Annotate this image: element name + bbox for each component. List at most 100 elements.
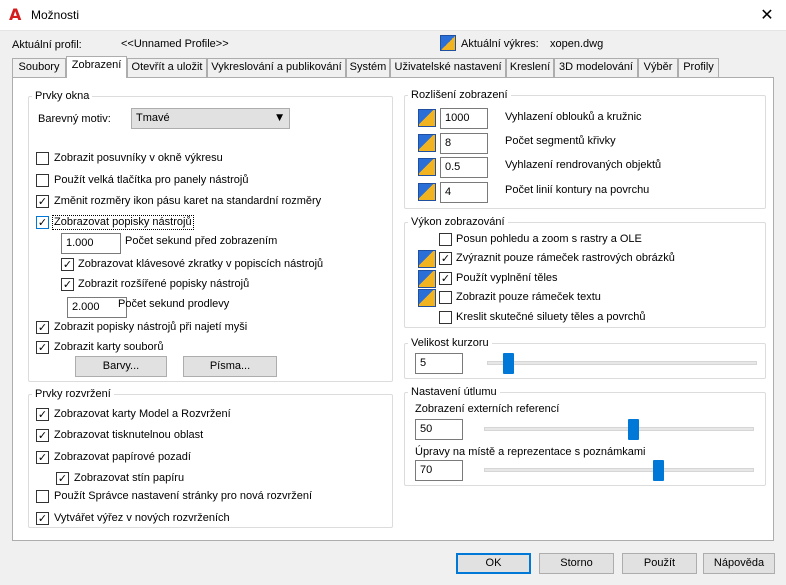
text-frame-label: Zobrazit pouze rámeček textu (456, 291, 601, 303)
polyline-segments-input[interactable]: 8 (440, 133, 488, 154)
extended-delay-label: Počet sekund prodlevy (118, 298, 230, 310)
chevron-down-icon: ▼ (276, 113, 283, 123)
cancel-button[interactable]: Storno (539, 553, 614, 574)
pan-zoom-label: Posun pohledu a zoom s rastry a OLE (456, 233, 642, 245)
xref-fade-slider-track[interactable] (484, 427, 754, 431)
fonts-button[interactable]: Písma... (183, 356, 277, 377)
silhouettes-label: Kreslit skutečné siluety těles a povrchů (456, 311, 646, 323)
page-setup-checkbox[interactable] (36, 490, 49, 503)
tab-vykreslovani[interactable]: Vykreslování a publikování (207, 58, 346, 77)
help-button[interactable]: Nápověda (703, 553, 775, 574)
paper-shadow-label: Zobrazovat stín papíru (74, 472, 185, 484)
paper-bg-label: Zobrazovat papírové pozadí (54, 451, 191, 463)
contour-lines-icon (418, 183, 436, 201)
tab-kresleni[interactable]: Kreslení (506, 58, 554, 77)
rendered-smoothness-icon (418, 158, 436, 176)
resize-ribbon-checkbox[interactable]: ✓ (36, 195, 49, 208)
contour-lines-label: Počet linií kontury na povrchu (505, 184, 650, 196)
rollover-label: Zobrazit popisky nástrojů při najetí myš… (54, 321, 248, 333)
tab-system[interactable]: Systém (346, 58, 390, 77)
silhouettes-checkbox[interactable] (439, 311, 452, 324)
tooltips-label: Zobrazovat popisky nástrojů (52, 215, 194, 230)
highlight-raster-label: Zvýraznit pouze rámeček rastrových obráz… (456, 252, 675, 264)
title-bar (0, 0, 786, 31)
colors-button[interactable]: Barvy... (75, 356, 167, 377)
scrollbars-checkbox[interactable] (36, 152, 49, 165)
large-buttons-label: Použít velká tlačítka pro panely nástroj… (54, 174, 249, 186)
extended-tooltips-checkbox[interactable]: ✓ (61, 278, 74, 291)
text-frame-checkbox[interactable] (439, 291, 452, 304)
text-frame-icon (418, 289, 436, 307)
shortcut-keys-checkbox[interactable]: ✓ (61, 258, 74, 271)
crosshair-input[interactable]: 5 (415, 353, 463, 374)
model-tabs-label: Zobrazovat karty Model a Rozvržení (54, 408, 231, 420)
paper-shadow-checkbox[interactable]: ✓ (56, 472, 69, 485)
window-title: Možnosti (31, 8, 80, 22)
large-buttons-checkbox[interactable] (36, 174, 49, 187)
xref-fade-label: Zobrazení externích referencí (415, 403, 560, 415)
inplace-fade-label: Úpravy na místě a reprezentace s poznámk… (415, 446, 646, 458)
profile-label: Aktuální profil: (12, 39, 82, 51)
layout-elements-title: Prvky rozvržení (32, 388, 114, 401)
polyline-segments-icon (418, 134, 436, 152)
file-tabs-label: Zobrazit karty souborů (54, 341, 164, 353)
color-theme-label: Barevný motiv: (38, 113, 111, 125)
rendered-smoothness-input[interactable]: 0.5 (440, 157, 488, 178)
polyline-segments-label: Počet segmentů křivky (505, 135, 616, 147)
extended-tooltips-label: Zobrazit rozšířené popisky nástrojů (78, 278, 250, 290)
drawing-value: xopen.dwg (550, 38, 604, 50)
tooltip-delay-label: Počet sekund před zobrazením (125, 235, 278, 247)
pan-zoom-checkbox[interactable] (439, 233, 452, 246)
profile-value: <<Unnamed Profile>> (121, 38, 229, 50)
xref-fade-input[interactable]: 50 (415, 419, 463, 440)
xref-fade-slider-thumb[interactable] (627, 419, 639, 440)
model-tabs-checkbox[interactable]: ✓ (36, 408, 49, 421)
close-icon[interactable]: ✕ (752, 4, 782, 26)
apply-button[interactable]: Použít (622, 553, 697, 574)
tab-vyber[interactable]: Výběr (638, 58, 678, 77)
drawing-file-icon (440, 35, 456, 51)
file-tabs-checkbox[interactable]: ✓ (36, 341, 49, 354)
highlight-raster-icon (418, 250, 436, 268)
highlight-raster-checkbox[interactable]: ✓ (439, 252, 452, 265)
tooltip-delay-input[interactable]: 1.000 (61, 233, 121, 254)
window-elements-title: Prvky okna (32, 90, 93, 103)
scrollbars-label: Zobrazit posuvníky v okně výkresu (54, 152, 223, 164)
crosshair-title: Velikost kurzoru (408, 337, 492, 350)
tooltips-checkbox[interactable]: ✓ (36, 216, 49, 229)
ok-button[interactable]: OK (456, 553, 531, 574)
resize-ribbon-label: Změnit rozměry ikon pásu karet na standa… (54, 195, 322, 207)
printable-area-checkbox[interactable]: ✓ (36, 429, 49, 442)
tab-zobrazeni[interactable]: Zobrazení (66, 56, 127, 78)
tab-3d-modelovani[interactable]: 3D modelování (554, 58, 638, 77)
autocad-logo-icon: A (9, 5, 22, 24)
viewport-checkbox[interactable]: ✓ (36, 512, 49, 525)
resolution-title: Rozlišení zobrazení (408, 89, 511, 102)
performance-title: Výkon zobrazování (408, 216, 508, 229)
page-setup-label: Použít Správce nastavení stránky pro nov… (54, 490, 313, 502)
color-theme-select[interactable]: Tmavé ▼ (131, 108, 290, 129)
tab-profily[interactable]: Profily (678, 58, 719, 77)
arc-smoothness-icon (418, 109, 436, 127)
inplace-fade-slider-track[interactable] (484, 468, 754, 472)
solid-fill-label: Použít vyplnění těles (456, 272, 558, 284)
paper-bg-checkbox[interactable]: ✓ (36, 451, 49, 464)
rendered-smoothness-label: Vyhlazení rendrovaných objektů (505, 159, 662, 171)
rollover-checkbox[interactable]: ✓ (36, 321, 49, 334)
tab-otevrit-ulozit[interactable]: Otevřít a uložit (127, 58, 207, 77)
contour-lines-input[interactable]: 4 (440, 182, 488, 203)
crosshair-slider-track[interactable] (487, 361, 757, 365)
tab-uzivatelske[interactable]: Uživatelské nastavení (390, 58, 506, 77)
color-theme-value: Tmavé (136, 112, 170, 124)
arc-smoothness-input[interactable]: 1000 (440, 108, 488, 129)
inplace-fade-input[interactable]: 70 (415, 460, 463, 481)
shortcut-keys-label: Zobrazovat klávesové zkratky v popiscích… (78, 258, 324, 270)
crosshair-slider-thumb[interactable] (502, 353, 514, 374)
tab-soubory[interactable]: Soubory (12, 58, 66, 77)
drawing-label: Aktuální výkres: (461, 38, 539, 50)
arc-smoothness-label: Vyhlazení oblouků a kružnic (505, 111, 642, 123)
printable-area-label: Zobrazovat tisknutelnou oblast (54, 429, 204, 441)
solid-fill-checkbox[interactable]: ✓ (439, 272, 452, 285)
fade-title: Nastavení útlumu (408, 386, 500, 399)
inplace-fade-slider-thumb[interactable] (653, 460, 665, 481)
